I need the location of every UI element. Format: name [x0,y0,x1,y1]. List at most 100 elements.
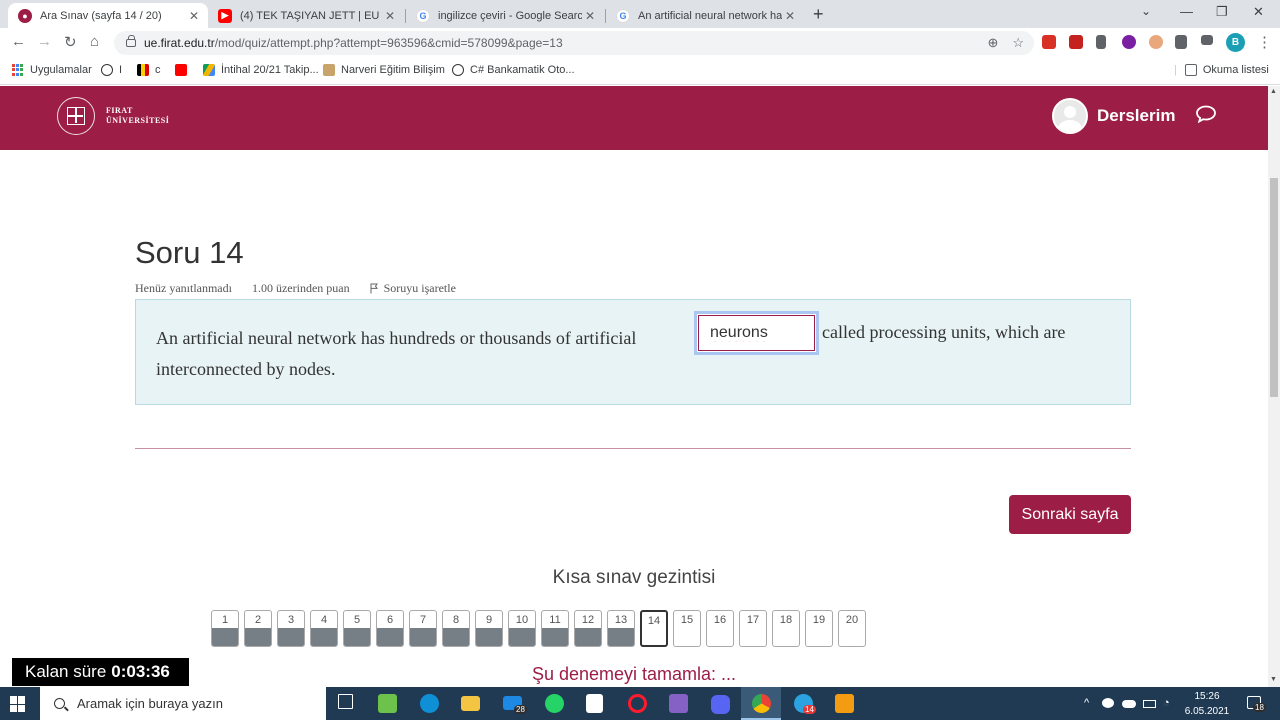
address-bar[interactable]: ue.firat.edu.tr/mod/quiz/attempt.php?att… [114,31,1034,55]
system-clock[interactable]: 15:26 6.05.2021 [1183,689,1231,719]
tab-quiz[interactable]: ● Ara Sınav (sayfa 14 / 20) ✕ [8,3,208,28]
bookmark-item[interactable]: I [101,64,122,76]
quiz-nav-button-7[interactable]: 7 [409,610,437,647]
quiz-nav-number: 7 [419,614,427,626]
edge-icon[interactable] [420,694,439,713]
bookmark-star-icon[interactable]: ☆ [1012,35,1024,51]
bookmark-apps[interactable]: Uygulamalar [12,64,92,76]
close-icon[interactable]: ✕ [382,9,398,23]
extension-icon[interactable] [1122,35,1136,49]
tab-search-icon[interactable]: ⌄ [1141,4,1151,18]
download-icon[interactable] [1096,35,1106,49]
minimize-button[interactable]: — [1180,4,1193,19]
tab-title: An artificial neural network has h [638,9,782,22]
reload-icon[interactable]: ↻ [64,33,77,51]
battery-icon[interactable] [1143,700,1156,708]
quiz-nav-button-11[interactable]: 11 [541,610,569,647]
quiz-nav-number: 1 [221,614,229,626]
bookmark-youtube[interactable] [175,64,193,76]
quiz-nav-button-19[interactable]: 19 [805,610,833,647]
quiz-nav-button-2[interactable]: 2 [244,610,272,647]
quiz-nav-button-5[interactable]: 5 [343,610,371,647]
whatsapp-icon[interactable] [545,694,564,713]
scroll-down-arrow-icon[interactable]: ▼ [1270,676,1277,683]
university-logo-text[interactable]: FIRAT ÜNİVERSİTESİ [106,106,169,126]
quiz-nav-number: 12 [581,614,595,626]
task-view-icon[interactable] [338,694,353,709]
close-icon[interactable]: ✕ [582,9,598,23]
steam-icon[interactable] [1102,698,1114,708]
messages-icon[interactable] [1195,105,1217,123]
new-tab-button[interactable]: + [813,4,824,25]
maximize-button[interactable]: ❐ [1216,4,1228,20]
extension-icon[interactable] [1069,35,1083,49]
scrollbar-thumb[interactable] [1270,178,1278,397]
quiz-nav-button-18[interactable]: 18 [772,610,800,647]
close-icon[interactable]: ✕ [782,9,798,23]
app-icon[interactable] [378,694,397,713]
quiz-nav-button-14[interactable]: 14 [640,610,668,647]
quiz-nav-button-13[interactable]: 13 [607,610,635,647]
discord-icon[interactable] [711,695,730,714]
quiz-nav-button-12[interactable]: 12 [574,610,602,647]
quiz-nav-number: 20 [845,614,859,626]
question-points: 1.00 üzerinden puan [251,281,350,295]
quiz-nav-number: 9 [485,614,493,626]
back-arrow-icon[interactable]: ← [11,33,26,50]
close-window-button[interactable]: ✕ [1253,4,1264,20]
quiz-nav-button-4[interactable]: 4 [310,610,338,647]
extension-icon[interactable] [1149,35,1163,49]
my-courses-link[interactable]: Derslerim [1097,106,1175,126]
taskbar-search[interactable]: Aramak için buraya yazın [40,687,326,720]
finish-attempt-link[interactable]: Şu denemeyi tamamla: ... [0,664,1268,685]
flag-label: Soruyu işaretle [383,281,456,295]
user-avatar[interactable] [1052,98,1088,134]
next-page-button[interactable]: Sonraki sayfa [1009,495,1131,534]
quiz-nav-button-15[interactable]: 15 [673,610,701,647]
flag-question-link[interactable]: Soruyu işaretle [370,281,456,296]
close-icon[interactable]: ✕ [186,9,202,23]
tray-expand-icon[interactable]: ^ [1084,697,1089,709]
google-icon: G [616,8,630,23]
lock-icon [126,35,136,47]
bookmark-item[interactable]: Narveri Eğitim Bilişim [323,64,445,76]
quiz-nav-button-1[interactable]: 1 [211,610,239,647]
extension-icon[interactable] [1042,35,1056,49]
forward-arrow-icon[interactable]: → [37,33,52,50]
store-icon[interactable] [586,694,603,713]
windows-start-icon[interactable] [10,696,26,712]
file-explorer-icon[interactable] [461,696,480,711]
bookmark-item[interactable]: İntihal 20/21 Takip... [203,64,319,76]
bookmark-item[interactable]: C# Bankamatik Oto... [452,64,575,76]
quiz-nav-button-6[interactable]: 6 [376,610,404,647]
reading-mode-icon[interactable] [1201,35,1213,45]
tab-google-search[interactable]: G ingilizce çeviri - Google Search ✕ [406,3,604,28]
quiz-nav-button-20[interactable]: 20 [838,610,866,647]
quiz-nav-button-10[interactable]: 10 [508,610,536,647]
quiz-nav-button-9[interactable]: 9 [475,610,503,647]
quiz-nav-button-16[interactable]: 16 [706,610,734,647]
puzzle-icon[interactable] [1175,35,1187,49]
onedrive-icon[interactable] [1122,700,1136,708]
visual-studio-icon[interactable] [669,694,688,713]
tab-google-search-2[interactable]: G An artificial neural network has h ✕ [606,3,804,28]
zoom-icon[interactable]: ⊕ [987,35,998,51]
search-placeholder: Aramak için buraya yazın [77,696,223,711]
tab-youtube[interactable]: ▶ (4) TEK TAŞIYAN JETT | EU RADIA ✕ [208,3,404,28]
scroll-up-arrow-icon[interactable]: ▲ [1270,88,1277,95]
more-menu-icon[interactable]: ⋮ [1257,33,1272,51]
university-seal-icon[interactable] [57,97,95,135]
quiz-navigation-title: Kısa sınav gezintisi [552,567,716,588]
reading-list-button[interactable]: | Okuma listesi [1174,64,1269,76]
app-icon[interactable] [835,694,854,713]
quiz-nav-button-3[interactable]: 3 [277,610,305,647]
quiz-nav-button-17[interactable]: 17 [739,610,767,647]
quiz-nav-button-8[interactable]: 8 [442,610,470,647]
chrome-icon[interactable] [752,694,771,713]
answer-input[interactable] [698,315,815,351]
opera-icon[interactable] [628,694,647,713]
home-icon[interactable]: ⌂ [90,33,99,50]
bookmark-item[interactable]: c [137,64,161,76]
profile-avatar[interactable]: B [1226,33,1245,52]
wifi-icon[interactable]: ◔ [1163,697,1170,709]
